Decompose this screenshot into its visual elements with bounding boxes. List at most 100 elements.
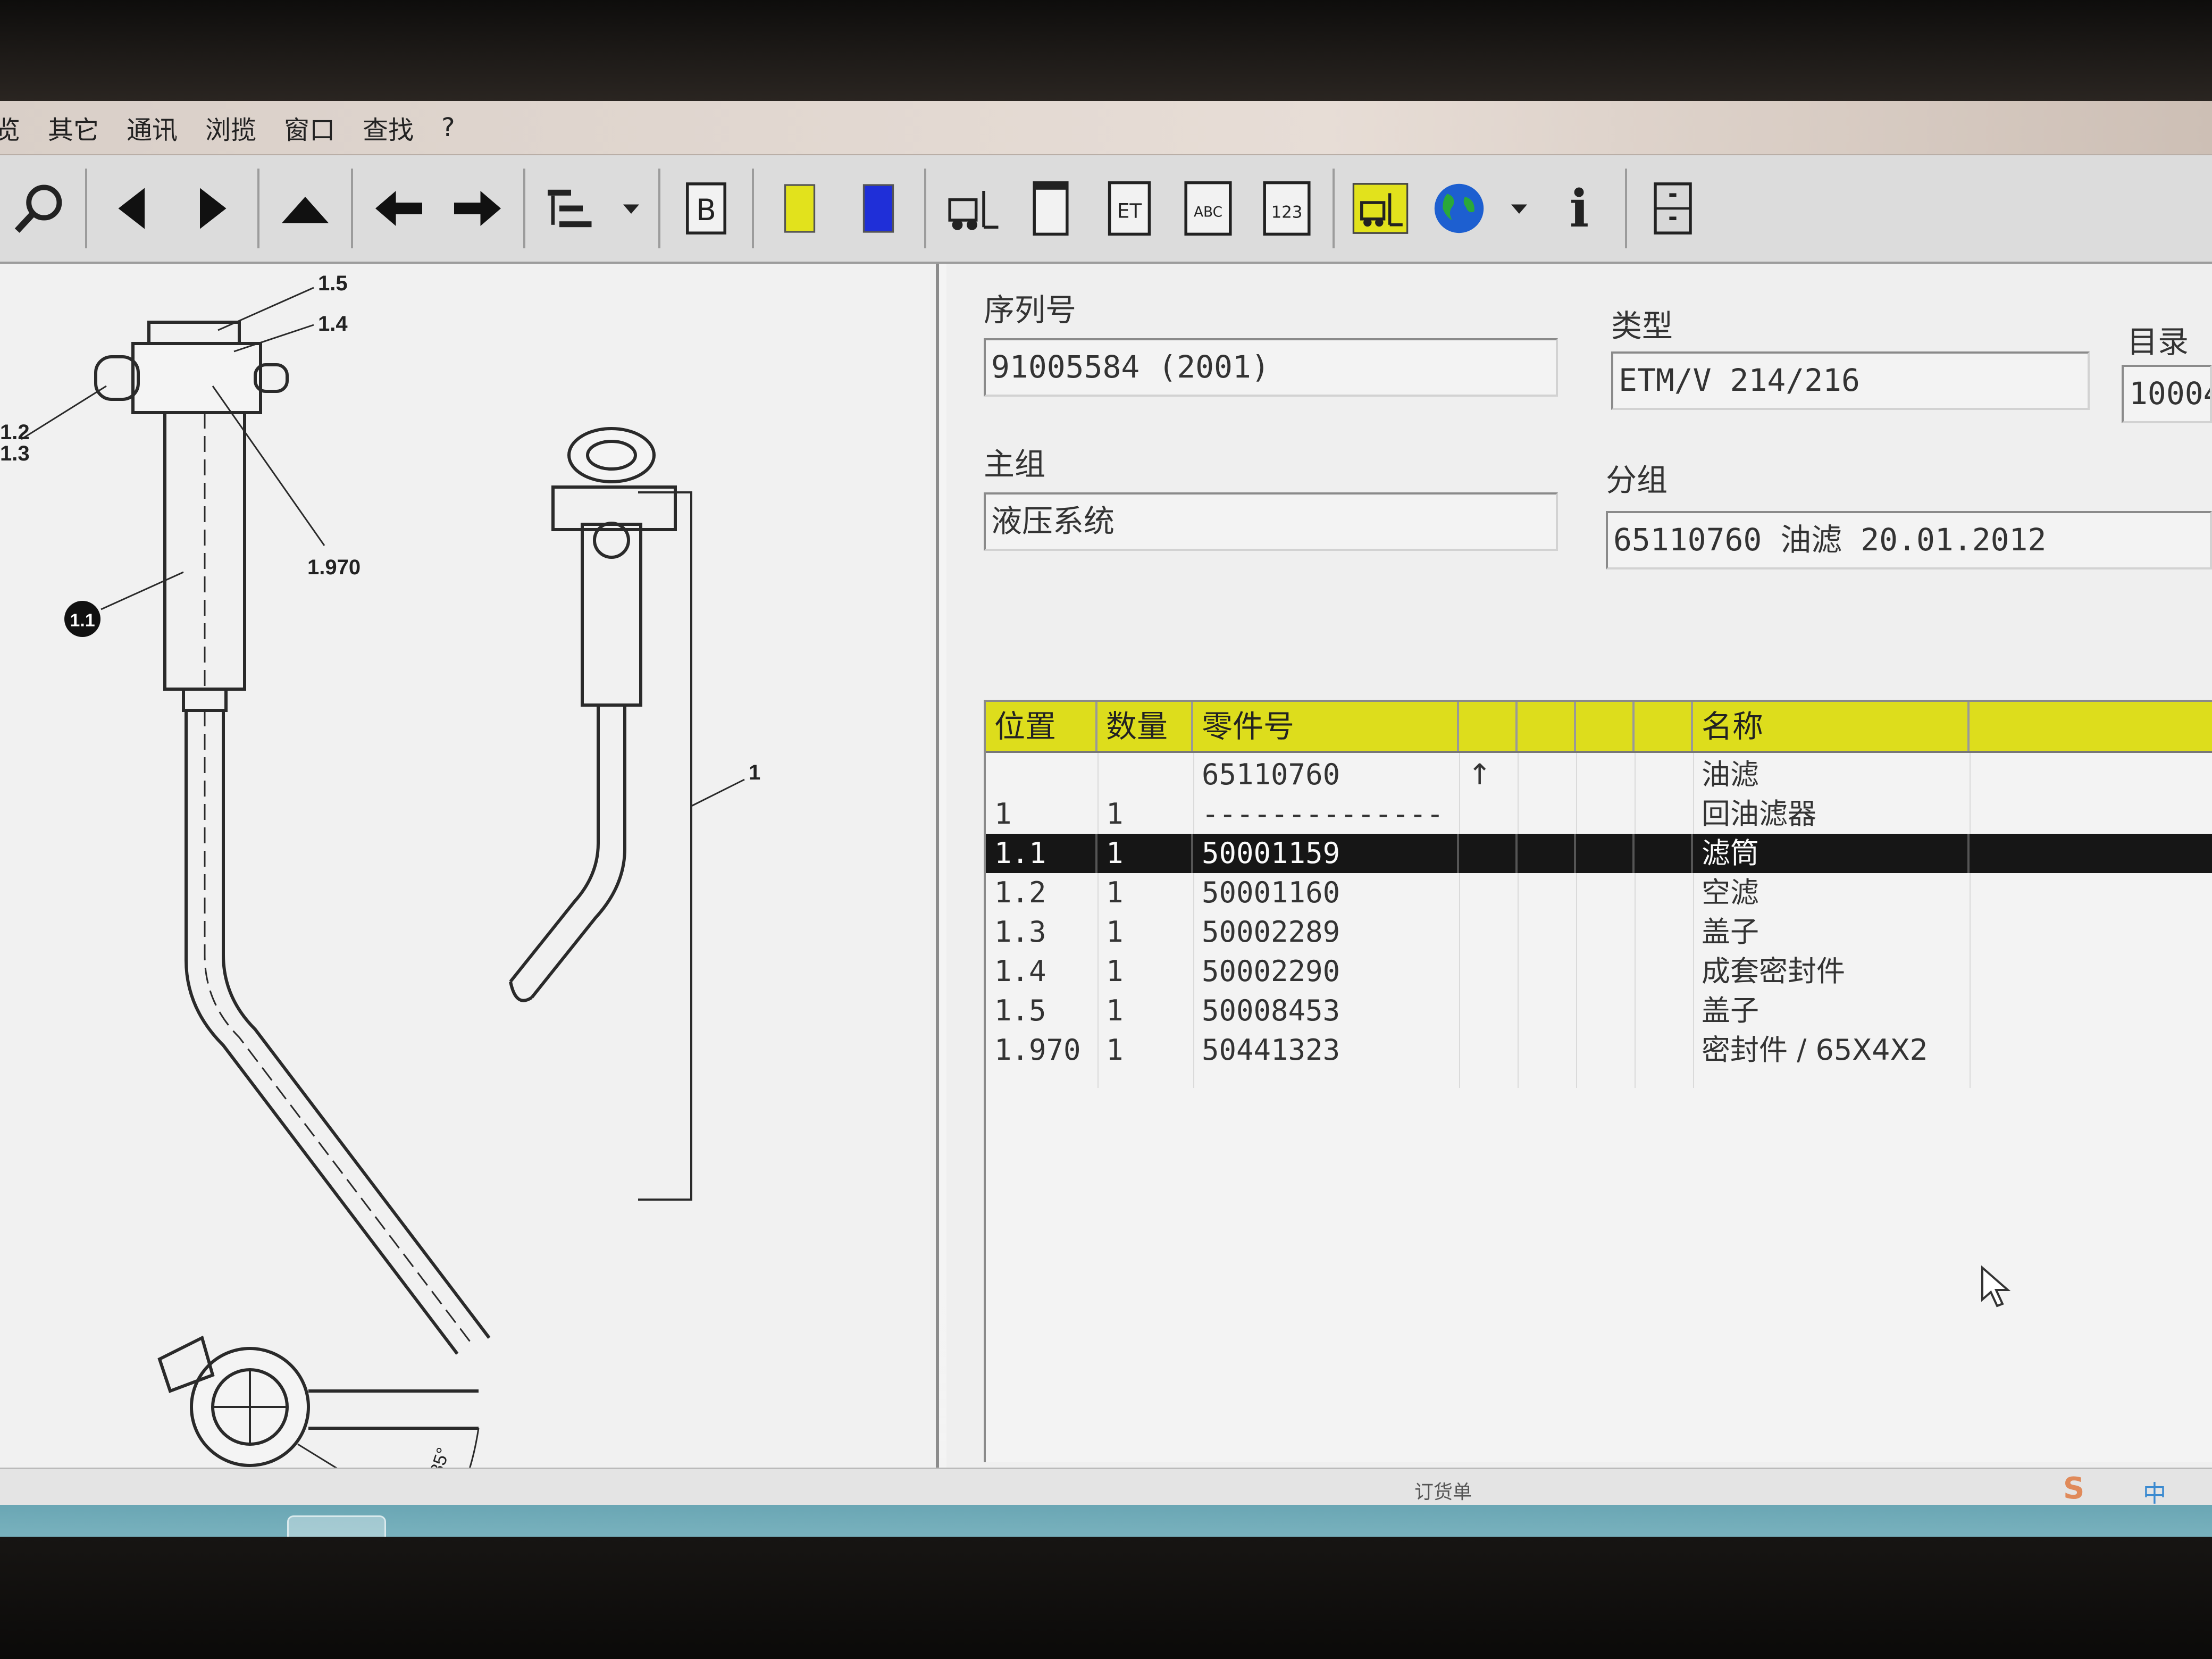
table-row[interactable]: 1.2 1 50001160 空滤	[986, 873, 2212, 912]
toolbar: B ET ABC 123 i	[0, 155, 2212, 264]
table-row[interactable]: 1 1 -------------- 回油滤器	[986, 794, 2212, 834]
sogou-ime-icon[interactable]: S	[2063, 1471, 2084, 1506]
filter-head-shape	[131, 342, 262, 414]
taskbar: ET CH S ? ⚑ ⌁ ▭ 🔈	[0, 1505, 2212, 1537]
menu-item-communication[interactable]: 通讯	[127, 109, 178, 146]
123-document-icon[interactable]: 123	[1255, 174, 1319, 243]
catalog-field[interactable]: 10004	[2122, 365, 2212, 423]
callout-1-5: 1.5	[318, 272, 348, 295]
up-arrow-icon[interactable]: ↑	[1459, 755, 1518, 794]
dropdown-icon[interactable]	[618, 174, 644, 243]
info-icon[interactable]: i	[1547, 174, 1611, 243]
main-group-field[interactable]: 液压系统	[984, 492, 1558, 551]
serial-field[interactable]: 91005584 (2001)	[984, 338, 1558, 397]
part-info-form: 序列号 91005584 (2001) 类型 ETM/V 214/216 目录 …	[946, 264, 2212, 1468]
col-header-blank[interactable]	[1970, 702, 2212, 751]
num-label: 123	[1271, 203, 1303, 222]
cell-part-number: 50008453	[1202, 994, 1340, 1027]
toolbar-separator	[1333, 169, 1335, 248]
tree-list-icon[interactable]	[539, 174, 603, 243]
blue-color-icon[interactable]	[847, 174, 910, 243]
globe-icon[interactable]	[1427, 174, 1491, 243]
ime-mode-indicator[interactable]: 中	[2143, 1474, 2166, 1509]
toolbar-separator	[523, 169, 525, 248]
col-header-blank[interactable]	[1459, 702, 1518, 751]
monitor-bezel-bottom	[0, 1537, 2212, 1659]
cell-name: 盖子	[1702, 994, 1759, 1027]
order-list-label[interactable]: 订货单	[1414, 1477, 1472, 1504]
cell-position: 1.2	[994, 876, 1046, 909]
cell-position: 1.5	[994, 994, 1046, 1027]
toolbar-separator	[752, 169, 754, 248]
forklift-icon[interactable]	[940, 174, 1004, 243]
cell-name: 成套密封件	[1702, 954, 1845, 988]
table-row[interactable]: 1.5 1 50008453 盖子	[986, 991, 2212, 1030]
outlook-icon[interactable]	[53, 1515, 149, 1537]
cell-position: 1	[994, 797, 1012, 831]
menu-item-help[interactable]: ?	[441, 113, 455, 143]
cabinet-icon[interactable]	[1641, 174, 1705, 243]
cell-blank	[1576, 834, 1635, 873]
cell-position: 1.4	[994, 954, 1046, 988]
callout-1-4: 1.4	[318, 312, 348, 336]
callout-1-2: 1.2	[0, 421, 30, 444]
forklift-yellow-icon[interactable]	[1348, 174, 1412, 243]
main-group-label: 主组	[984, 446, 1046, 482]
ie-icon[interactable]	[165, 1515, 261, 1537]
table-row[interactable]: 1.4 1 50002290 成套密封件	[986, 952, 2212, 991]
serial-label: 序列号	[984, 292, 1077, 328]
table-row[interactable]: 65110760 ↑ 油滤	[986, 755, 2212, 794]
b-document-icon[interactable]: B	[674, 174, 738, 243]
type-field[interactable]: ETM/V 214/216	[1611, 351, 2090, 410]
cell-quantity: 1	[1106, 994, 1124, 1027]
col-header-blank[interactable]	[1635, 702, 1693, 751]
cell-position: 1.1	[986, 834, 1097, 873]
table-row[interactable]: 1.3 1 50002289 盖子	[986, 912, 2212, 952]
et-document-icon[interactable]: ET	[1097, 174, 1161, 243]
small-filter-cap-shape	[567, 427, 656, 483]
table-row-selected[interactable]: 1.1 1 50001159 滤筒	[986, 834, 2212, 873]
cell-name: 回油滤器	[1702, 797, 1816, 831]
menu-item-other[interactable]: 其它	[48, 109, 99, 146]
col-header-name[interactable]: 名称	[1693, 702, 1970, 751]
sub-group-field[interactable]: 65110760 油滤 20.01.2012	[1606, 511, 2212, 569]
cell-quantity: 1	[1106, 876, 1124, 909]
toolbar-separator	[257, 169, 259, 248]
cell-part-number: 50001159	[1193, 834, 1459, 873]
menu-item-find[interactable]: 查找	[363, 109, 414, 146]
document-icon[interactable]	[1019, 174, 1083, 243]
mouse-cursor-icon	[1981, 1266, 2011, 1308]
cell-name: 油滤	[1702, 758, 1759, 791]
callout-1-970: 1.970	[307, 556, 361, 579]
cell-part-number: 50441323	[1202, 1033, 1340, 1067]
up-triangle-icon[interactable]	[273, 174, 337, 243]
cell-quantity: 1	[1097, 834, 1193, 873]
catalog-label: 目录	[2127, 324, 2189, 360]
dropdown-icon[interactable]	[1506, 174, 1532, 243]
abc-document-icon[interactable]: ABC	[1176, 174, 1240, 243]
menu-item-window[interactable]: 窗口	[284, 109, 335, 146]
menu-item-view[interactable]: 浏揽	[205, 109, 256, 146]
forward-arrow-icon[interactable]	[446, 174, 509, 243]
callout-1-3: 1.3	[0, 442, 30, 465]
toolbar-separator	[351, 169, 353, 248]
type-label: 类型	[1611, 308, 1673, 344]
col-header-part-number[interactable]: 零件号	[1193, 702, 1459, 751]
col-header-position[interactable]: 位置	[986, 702, 1097, 751]
screen: 览 其它 通讯 浏揽 窗口 查找 ? B ET ABC 123 i 1.5 1.…	[0, 101, 2212, 1537]
col-header-blank[interactable]	[1576, 702, 1635, 751]
toolbar-separator	[1625, 169, 1627, 248]
menu-item-browse[interactable]: 览	[0, 109, 20, 146]
col-header-quantity[interactable]: 数量	[1097, 702, 1193, 751]
forward-triangle-icon[interactable]	[180, 174, 244, 243]
yellow-color-icon[interactable]	[768, 174, 832, 243]
et-label: ET	[1117, 199, 1142, 223]
table-row[interactable]: 1.970 1 50441323 密封件 / 65X4X2	[986, 1030, 2212, 1070]
search-icon[interactable]	[7, 174, 71, 243]
col-header-blank[interactable]	[1518, 702, 1576, 751]
parts-drawing-pane[interactable]: 1.5 1.4 1.2 1.3 1.970 1.1 1 35°	[0, 264, 939, 1468]
back-triangle-icon[interactable]	[101, 174, 165, 243]
parts-table: 位置 数量 零件号 名称 65110760 ↑ 油滤 1 1 ---------…	[984, 700, 2212, 1462]
et-app-icon[interactable]: ET	[287, 1515, 386, 1537]
back-arrow-icon[interactable]	[367, 174, 431, 243]
